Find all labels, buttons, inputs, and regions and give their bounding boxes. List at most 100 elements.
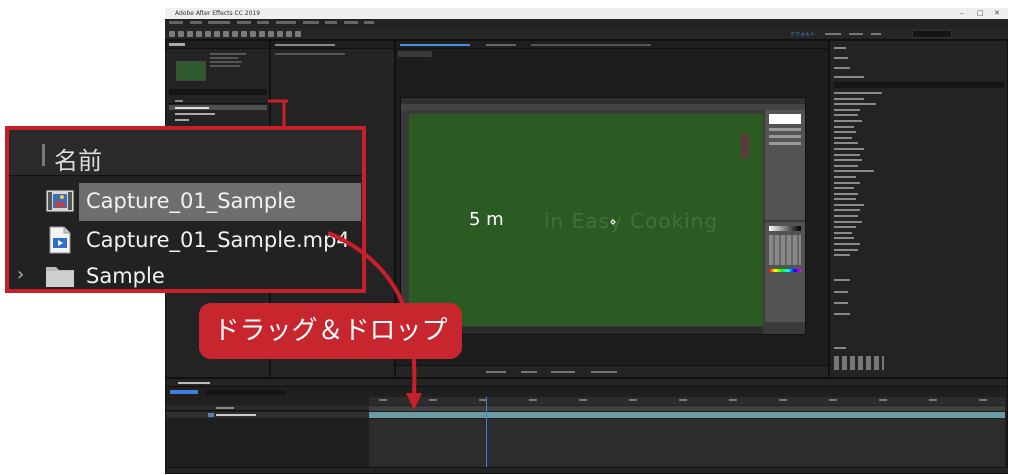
layer-header [166, 405, 369, 411]
shape-tool-icon[interactable] [232, 31, 238, 37]
help-search-input[interactable] [912, 30, 952, 38]
zoom-item-video[interactable]: Capture_01_Sample.mp4 [9, 222, 362, 260]
menu-item[interactable] [343, 21, 358, 24]
zoom-item-label: Sample [86, 264, 165, 288]
menu-item[interactable] [236, 21, 251, 24]
comp-thumbnail [176, 61, 206, 81]
video-file-icon [49, 226, 71, 258]
effects-list-item[interactable] [834, 252, 894, 258]
zoom-dropdown[interactable] [486, 371, 506, 373]
brush-tool-icon[interactable] [259, 31, 265, 37]
hand-tool-icon[interactable] [187, 31, 193, 37]
zoom-item-label: Capture_01_Sample [86, 189, 296, 213]
zoom-item-composition[interactable]: Capture_01_Sample [9, 183, 362, 221]
resolution-dropdown[interactable] [521, 371, 537, 373]
tab-effect-controls[interactable] [275, 44, 335, 46]
captured-controlbar [401, 104, 805, 110]
workspace-tab[interactable] [871, 33, 881, 35]
project-column-header [169, 98, 267, 104]
menu-bar [165, 19, 1008, 28]
column-header-label [175, 100, 183, 102]
workspace-tab[interactable] [825, 33, 841, 35]
tab-comp-timeline[interactable] [178, 382, 210, 384]
project-search-input[interactable] [169, 89, 267, 95]
captured-toolbar [401, 110, 407, 334]
work-area-bar[interactable] [369, 406, 1005, 411]
watermark-text: in Easy Cooking [544, 209, 719, 233]
title-bar: Adobe After Effects CC 2019 – □ ✕ [165, 8, 1008, 19]
effect-controls-label [275, 53, 345, 55]
layer-duration-bar[interactable] [369, 412, 1005, 418]
window-title: Adobe After Effects CC 2019 [175, 10, 261, 17]
eraser-tool-icon[interactable] [277, 31, 283, 37]
minimize-button[interactable]: – [960, 8, 964, 19]
project-item-folder[interactable] [169, 117, 267, 122]
info-panel-title [834, 47, 846, 49]
folder-icon [45, 262, 75, 289]
project-panel-tabs [166, 41, 269, 49]
home-icon[interactable] [169, 31, 175, 37]
project-item-video[interactable] [169, 111, 267, 116]
maximize-button[interactable]: □ [977, 8, 984, 19]
effects-list [834, 90, 894, 258]
effects-panel-title [834, 76, 864, 78]
text-tool-icon[interactable] [250, 31, 256, 37]
rotate-tool-icon[interactable] [205, 31, 211, 37]
menu-item[interactable] [189, 21, 202, 24]
project-item-comp[interactable] [169, 105, 267, 110]
layer-label-color[interactable] [208, 413, 214, 417]
current-time-display[interactable] [170, 390, 198, 394]
camera-dropdown[interactable] [591, 371, 617, 373]
layer-row[interactable] [166, 412, 369, 418]
close-button[interactable]: ✕ [994, 8, 1000, 19]
tab-project[interactable] [169, 43, 185, 46]
zoom-item-folder[interactable]: › Sample [9, 258, 362, 289]
tab-layer[interactable] [486, 44, 516, 46]
alignment-buttons[interactable] [834, 356, 884, 370]
workspace-tab[interactable] [849, 33, 863, 35]
roto-tool-icon[interactable] [286, 31, 292, 37]
align-panel-title [834, 279, 850, 281]
timeline-track-area [369, 419, 1005, 471]
clone-tool-icon[interactable] [268, 31, 274, 37]
menu-item[interactable] [257, 21, 270, 24]
audio-panel-title [834, 57, 848, 59]
menu-item[interactable] [325, 21, 338, 24]
column-divider [42, 144, 45, 166]
captured-swatches-panel [765, 222, 805, 322]
effects-list-item[interactable] [834, 90, 886, 96]
effects-search-input[interactable] [834, 82, 1004, 88]
handwritten-text: 5 m [469, 209, 504, 230]
menu-item[interactable] [275, 21, 296, 24]
source-name-column [216, 407, 234, 409]
camera-tool-icon[interactable] [214, 31, 220, 37]
workspace-tab-default[interactable]: デフォルト [790, 31, 815, 38]
tab-composition[interactable] [400, 44, 470, 46]
time-ruler[interactable] [369, 397, 1005, 405]
timeline-search-input[interactable] [206, 390, 286, 395]
playhead[interactable] [486, 397, 487, 471]
expand-chevron-icon[interactable]: › [17, 264, 24, 285]
menu-item[interactable] [169, 21, 183, 24]
pan-behind-tool-icon[interactable] [223, 31, 229, 37]
menu-item[interactable] [208, 21, 231, 24]
zoom-column-header: 名前 [9, 130, 362, 176]
comp-meta [210, 53, 250, 69]
puppet-tool-icon[interactable] [295, 31, 301, 37]
preview-panel-title [834, 67, 850, 69]
tab-footage[interactable] [531, 44, 651, 46]
pen-tool-icon[interactable] [241, 31, 247, 37]
viewer-comp-tab[interactable] [398, 51, 432, 57]
menu-item[interactable] [364, 21, 375, 24]
zoom-tool-icon[interactable] [196, 31, 202, 37]
captured-taskbar [409, 327, 763, 334]
name-column-label: 名前 [54, 147, 102, 175]
layer-name [216, 414, 256, 416]
selection-tool-icon[interactable] [178, 31, 184, 37]
menu-item[interactable] [302, 21, 319, 24]
tool-bar: デフォルト [165, 28, 1008, 40]
paragraph-panel-title [834, 313, 850, 315]
viewer-footer [396, 365, 828, 377]
green-artboard: 5 m in Easy Cooking [409, 114, 763, 326]
view-dropdown[interactable] [551, 371, 575, 373]
